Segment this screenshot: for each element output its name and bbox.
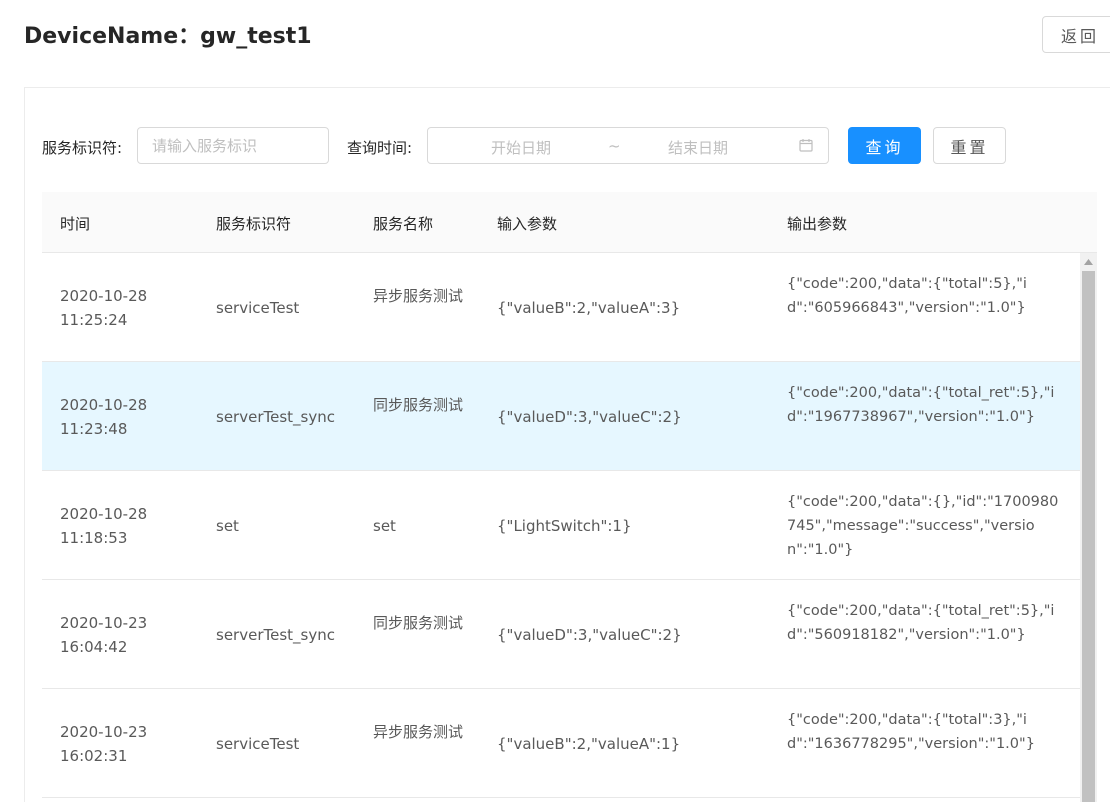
column-header-output: 输出参数 (787, 215, 848, 233)
cell-input-params: {"LightSwitch":1} (497, 517, 632, 535)
cell-output-params: {"code":200,"data":{},"id":"1700980745",… (787, 494, 1059, 558)
cell-service-id: serverTest_sync (216, 626, 335, 644)
table-row[interactable]: 2020-10-28 11:25:24 serviceTest 异步服务测试 {"… (42, 253, 1080, 362)
cell-time: 2020-10-23 16:04:42 (60, 614, 148, 656)
cell-service-id: serverTest_sync (216, 408, 335, 426)
cell-time: 2020-10-23 16:02:31 (60, 723, 148, 765)
cell-input-params: {"valueD":3,"valueC":2} (497, 626, 682, 644)
end-date-input[interactable]: 结束日期 (668, 137, 728, 158)
query-button[interactable]: 查询 (848, 127, 921, 164)
cell-output-params: {"code":200,"data":{"total":3},"id":"163… (787, 712, 1035, 752)
cell-service-name: 同步服务测试 (373, 614, 464, 632)
table-row[interactable]: 2020-10-23 16:02:31 serviceTest 异步服务测试 {"… (42, 689, 1080, 798)
cell-service-name: 同步服务测试 (373, 396, 464, 414)
range-separator: ~ (608, 137, 621, 155)
cell-service-id: serviceTest (216, 735, 300, 753)
column-header-service-id: 服务标识符 (216, 215, 292, 233)
service-id-input[interactable]: 请输入服务标识 (137, 127, 329, 164)
cell-service-id: set (216, 517, 239, 535)
start-date-input[interactable]: 开始日期 (491, 137, 551, 158)
back-button[interactable]: 返回 (1042, 16, 1110, 53)
table-row[interactable]: 2020-10-28 11:18:53 set set {"LightSwitch… (42, 471, 1080, 580)
cell-service-id: serviceTest (216, 299, 300, 317)
cell-input-params: {"valueD":3,"valueC":2} (497, 408, 682, 426)
scroll-up-button[interactable] (1080, 253, 1097, 270)
cell-output-params: {"code":200,"data":{"total":5},"id":"605… (787, 276, 1027, 316)
table-row[interactable]: 2020-10-28 11:23:48 serverTest_sync 同步服务测… (42, 362, 1080, 471)
query-time-label: 查询时间: (347, 139, 413, 157)
cell-service-name: set (373, 517, 396, 535)
cell-time: 2020-10-28 11:18:53 (60, 505, 148, 547)
cell-service-name: 异步服务测试 (373, 723, 464, 741)
column-header-time: 时间 (60, 215, 91, 233)
column-header-service-name: 服务名称 (373, 215, 434, 233)
scroll-up-arrow-icon (1084, 258, 1093, 265)
table-row[interactable]: 2020-10-23 16:04:42 serverTest_sync 同步服务测… (42, 580, 1080, 689)
cell-time: 2020-10-28 11:25:24 (60, 287, 148, 329)
table-scrollbar[interactable] (1080, 253, 1097, 802)
column-header-input: 输入参数 (497, 215, 558, 233)
scrollbar-thumb[interactable] (1082, 271, 1095, 802)
service-id-label: 服务标识符: (42, 139, 123, 157)
cell-service-name: 异步服务测试 (373, 287, 464, 305)
cell-time: 2020-10-28 11:23:48 (60, 396, 148, 438)
reset-button[interactable]: 重置 (933, 127, 1006, 164)
cell-input-params: {"valueB":2,"valueA":3} (497, 299, 681, 317)
table-header: 时间 服务标识符 服务名称 输入参数 输出参数 (42, 192, 1097, 253)
calendar-icon[interactable] (799, 138, 813, 152)
date-range-picker[interactable]: 开始日期 ~ 结束日期 (427, 127, 829, 164)
table-body: 2020-10-28 11:25:24 serviceTest 异步服务测试 {"… (42, 253, 1080, 802)
cell-output-params: {"code":200,"data":{"total_ret":5},"id":… (787, 385, 1055, 425)
cell-input-params: {"valueB":2,"valueA":1} (497, 735, 681, 753)
cell-output-params: {"code":200,"data":{"total_ret":5},"id":… (787, 603, 1055, 643)
page-title: DeviceName：gw_test1 (24, 24, 312, 49)
service-id-placeholder: 请输入服务标识 (152, 137, 258, 155)
